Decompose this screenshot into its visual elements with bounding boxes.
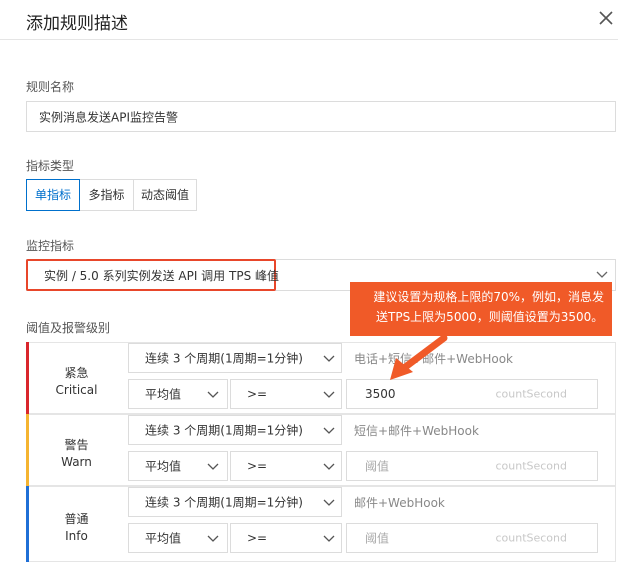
tier-name-en: Warn [61,455,92,469]
rule-name-label: 规则名称 [26,80,75,94]
metric-value: 实例 / 5.0 系列实例发送 API 调用 TPS 峰值 [44,269,279,283]
notify-method: 短信+邮件+WebHook [354,424,479,438]
chevron-down-icon [323,463,335,470]
callout-line-2: 送TPS上限为5000，则阈值设置为3500。 [376,310,604,324]
chevron-down-icon [323,535,335,542]
operator-value: >= [247,387,268,401]
period-value: 连续 3 个周期(1周期=1分钟) [145,495,303,510]
threshold-placeholder: 阈值 [365,459,390,474]
chevron-down-icon [323,499,335,506]
operator-value: >= [247,459,268,473]
chevron-down-icon [323,391,335,398]
operator-select[interactable]: >= [230,451,342,481]
operator-select[interactable]: >= [230,379,342,409]
stat-value: 平均值 [145,531,182,546]
threshold-input[interactable]: 阈值 countSecond [346,451,598,481]
threshold-section-label: 阈值及报警级别 [26,321,111,335]
dialog-header: 添加规则描述 [0,0,618,40]
tier-critical: 紧急 Critical [26,342,127,414]
metric-type-multi-button[interactable]: 多指标 [79,179,134,211]
stat-select[interactable]: 平均值 [128,523,228,553]
operator-value: >= [247,531,268,545]
callout-tooltip: 建议设置为规格上限的70%，例如，消息发 送TPS上限为5000，则阈值设置为3… [350,282,612,336]
chevron-down-icon [207,391,219,398]
tier-warn: 警告 Warn [26,414,127,486]
chevron-down-icon [596,271,608,278]
rule-name-input[interactable]: 实例消息发送API监控告警 [26,101,616,132]
metric-label: 监控指标 [26,239,75,253]
threshold-unit: countSecond [495,459,567,473]
threshold-unit: countSecond [495,531,567,545]
chevron-down-icon [323,427,335,434]
tier-name-en: Info [65,529,88,543]
period-value: 连续 3 个周期(1周期=1分钟) [145,351,303,366]
threshold-value: 3500 [365,387,396,401]
threshold-unit: countSecond [495,387,567,401]
tier-name-en: Critical [55,383,98,397]
tier-info: 普通 Info [26,486,127,562]
rule-name-value: 实例消息发送API监控告警 [39,110,178,124]
period-select[interactable]: 连续 3 个周期(1周期=1分钟) [128,415,342,445]
notify-method: 邮件+WebHook [354,496,445,510]
stat-select[interactable]: 平均值 [128,379,228,409]
period-value: 连续 3 个周期(1周期=1分钟) [145,423,303,438]
dialog-title: 添加规则描述 [26,14,128,34]
tier-name-zh: 普通 [64,512,89,526]
metric-type-single-button[interactable]: 单指标 [26,179,80,211]
stat-value: 平均值 [145,459,182,474]
callout-line-1: 建议设置为规格上限的70%，例如，消息发 [373,290,604,304]
threshold-input[interactable]: 阈值 countSecond [346,523,598,553]
period-select[interactable]: 连续 3 个周期(1周期=1分钟) [128,343,342,373]
chevron-down-icon [207,535,219,542]
close-icon[interactable] [598,10,614,26]
threshold-input[interactable]: 3500 countSecond [346,379,598,409]
tier-name-zh: 警告 [64,438,89,452]
notify-method: 电话+短信+邮件+WebHook [354,352,513,366]
tier-name-zh: 紧急 [64,366,89,380]
stat-select[interactable]: 平均值 [128,451,228,481]
period-select[interactable]: 连续 3 个周期(1周期=1分钟) [128,487,342,517]
threshold-placeholder: 阈值 [365,531,390,546]
stat-value: 平均值 [145,387,182,402]
metric-type-label: 指标类型 [26,159,75,173]
chevron-down-icon [323,355,335,362]
operator-select[interactable]: >= [230,523,342,553]
chevron-down-icon [207,463,219,470]
metric-type-dynamic-button[interactable]: 动态阈值 [133,179,197,211]
